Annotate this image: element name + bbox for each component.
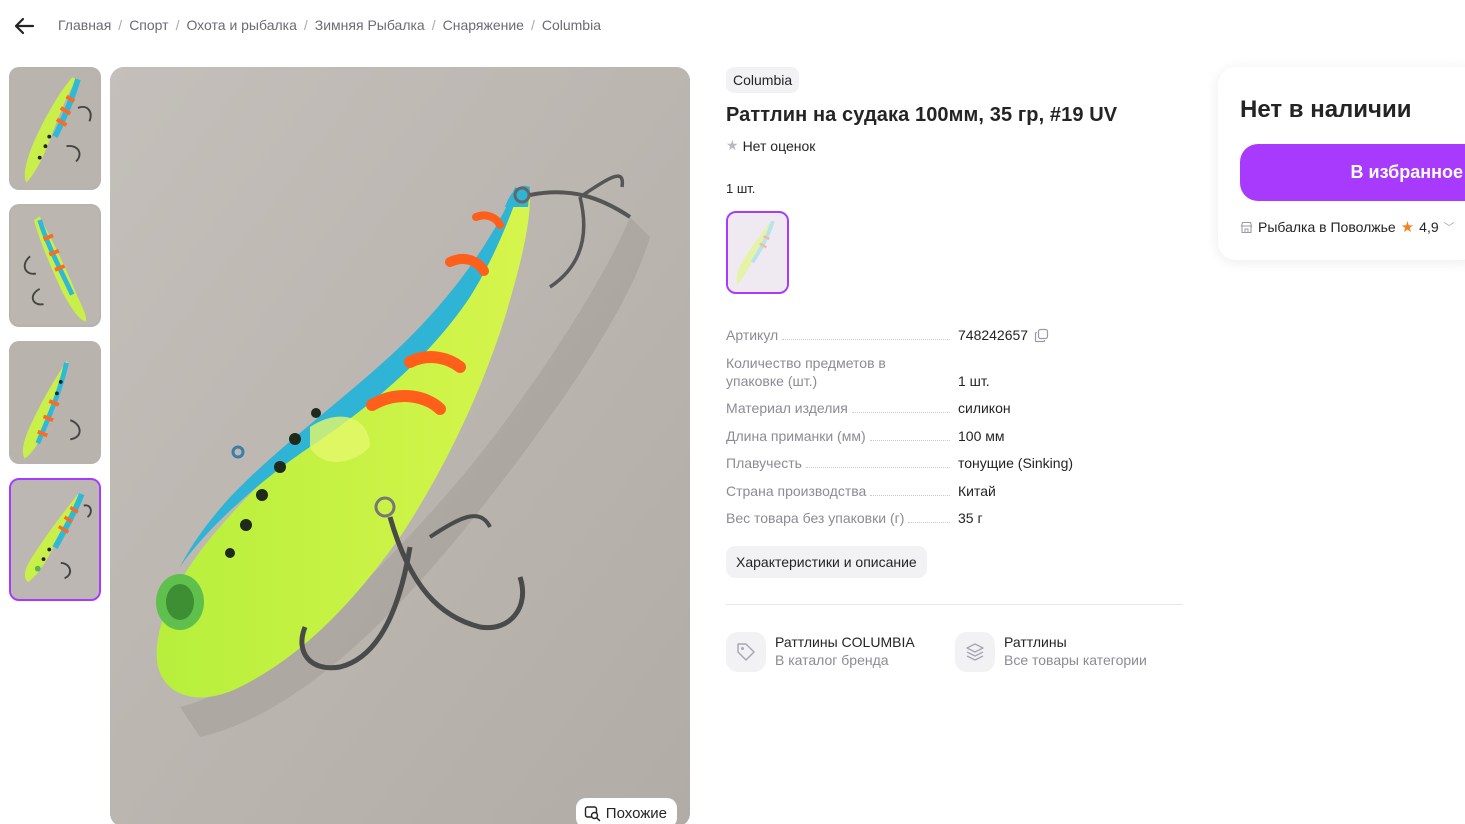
variant-label: 1 шт. (726, 181, 756, 196)
rating-summary[interactable]: ★ Нет оценок (726, 137, 1186, 154)
spec-value: Китай (958, 482, 996, 499)
thumbnail-3[interactable] (9, 341, 101, 464)
layers-icon (966, 642, 984, 661)
main-product-photo[interactable]: Похожие (110, 67, 690, 824)
product-info: Columbia Раттлин на судака 100мм, 35 гр,… (726, 67, 1186, 672)
rating-text: Нет оценок (742, 137, 816, 154)
spec-row-length: Длина приманки (мм) 100 мм (726, 427, 1186, 445)
spec-value: силикон (958, 400, 1011, 416)
chevron-down-icon: ﹀ (1443, 222, 1455, 234)
link-title: Раттлины COLUMBIA (775, 633, 915, 650)
spec-value-article: 748242657 (958, 327, 1029, 343)
leader-dots (870, 494, 950, 496)
spec-row-country: Страна производства Китай (726, 482, 1186, 500)
star-icon: ★ (1400, 219, 1415, 236)
breadcrumb-item-brand[interactable]: Columbia (542, 17, 601, 33)
seller-rating: 4,9 (1419, 219, 1439, 235)
breadcrumb-item-home[interactable]: Главная (58, 17, 111, 33)
shop-icon (1240, 221, 1253, 233)
spec-row-buoyancy: Плавучесть тонущие (Sinking) (726, 454, 1186, 472)
breadcrumb-separator: / (530, 17, 535, 33)
spec-value: тонущие (Sinking) (958, 455, 1074, 471)
lure-thumbnail-image (11, 69, 99, 188)
image-search-icon (584, 805, 601, 821)
breadcrumb-separator: / (431, 17, 436, 33)
copy-icon[interactable] (1034, 328, 1049, 343)
spec-key: Количество предметов в упаковке (шт.) (726, 354, 886, 389)
variant-option-selected[interactable] (726, 211, 789, 294)
brand-chip[interactable]: Columbia (726, 67, 800, 93)
spec-key: Материал изделия (726, 400, 848, 416)
top-bar: Главная / Спорт / Охота и рыбалка / Зимняя Рыб… (0, 0, 1465, 50)
leader-dots (851, 412, 950, 413)
link-subtitle: В каталог бренда (775, 651, 889, 668)
spec-value: 35 г (958, 510, 983, 526)
spec-key: Артикул (726, 327, 779, 343)
buy-panel: Нет в наличии В избранное Рыбалка в Пово… (1218, 67, 1465, 260)
category-link[interactable]: Раттлины Все товары категории (955, 631, 1184, 672)
breadcrumb-item-sport[interactable]: Спорт (129, 17, 168, 33)
lure-thumbnail-image (11, 343, 99, 462)
link-title: Раттлины (1004, 633, 1067, 650)
seller-name: Рыбалка в Поволжье (1258, 219, 1396, 235)
brand-catalog-link[interactable]: Раттлины COLUMBIA В каталог бренда (726, 631, 955, 672)
spec-value: 1 шт. (958, 372, 990, 389)
arrow-left-icon[interactable] (12, 14, 36, 38)
spec-key: Плавучесть (726, 455, 802, 471)
breadcrumb-item-hunting-fishing[interactable]: Охота и рыбалка (186, 17, 296, 33)
add-to-favorites-button[interactable]: В избранное (1240, 144, 1465, 201)
leader-dots (908, 522, 950, 523)
leader-dots (782, 339, 950, 340)
spec-key: Страна производства (726, 482, 867, 499)
breadcrumb-separator: / (175, 17, 180, 33)
thumbnail-list (9, 67, 101, 615)
spec-value: 100 мм (958, 427, 1005, 444)
similar-button[interactable]: Похожие (575, 798, 677, 824)
breadcrumb-separator: / (303, 17, 308, 33)
leader-dots (869, 439, 950, 441)
spec-row-material: Материал изделия силикон (726, 399, 1186, 417)
lure-photo (110, 67, 690, 824)
product-title: Раттлин на судака 100мм, 35 гр, #19 UV (726, 104, 1118, 126)
thumbnail-1[interactable] (9, 67, 101, 190)
divider (726, 603, 1183, 605)
breadcrumb-separator: / (118, 17, 123, 33)
spec-key: Длина приманки (мм) (726, 427, 866, 444)
spec-key: Вес товара без упаковки (г) (726, 510, 905, 526)
thumbnail-2[interactable] (9, 204, 101, 327)
leader-dots (805, 467, 950, 468)
seller-info[interactable]: Рыбалка в Поволжье ★ 4,9 ﹀ (1240, 218, 1455, 236)
specs-table: Артикул 748242657 Количество предметов в… (726, 326, 1186, 527)
thumbnail-4[interactable] (9, 478, 101, 601)
availability-status: Нет в наличии (1240, 96, 1412, 123)
spec-row-quantity: Количество предметов в упаковке (шт.) 1 … (726, 354, 1186, 390)
similar-button-label: Похожие (605, 804, 667, 822)
lure-variant-image (728, 213, 787, 292)
breadcrumb-item-equipment[interactable]: Снаряжение (443, 17, 524, 33)
lure-thumbnail-image (11, 480, 99, 599)
star-icon: ★ (726, 137, 739, 153)
link-subtitle: Все товары категории (1004, 651, 1147, 668)
catalog-links: Раттлины COLUMBIA В каталог бренда Раттл… (726, 631, 1186, 672)
tag-icon (737, 642, 755, 661)
spec-row-weight: Вес товара без упаковки (г) 35 г (726, 509, 1186, 527)
breadcrumb-item-winter-fishing[interactable]: Зимняя Рыбалка (315, 17, 425, 33)
breadcrumb: Главная / Спорт / Охота и рыбалка / Зимняя Рыб… (58, 17, 601, 33)
specs-and-description-button[interactable]: Характеристики и описание (726, 545, 927, 578)
lure-thumbnail-image (11, 206, 99, 325)
spec-row-article: Артикул 748242657 (726, 326, 1186, 344)
